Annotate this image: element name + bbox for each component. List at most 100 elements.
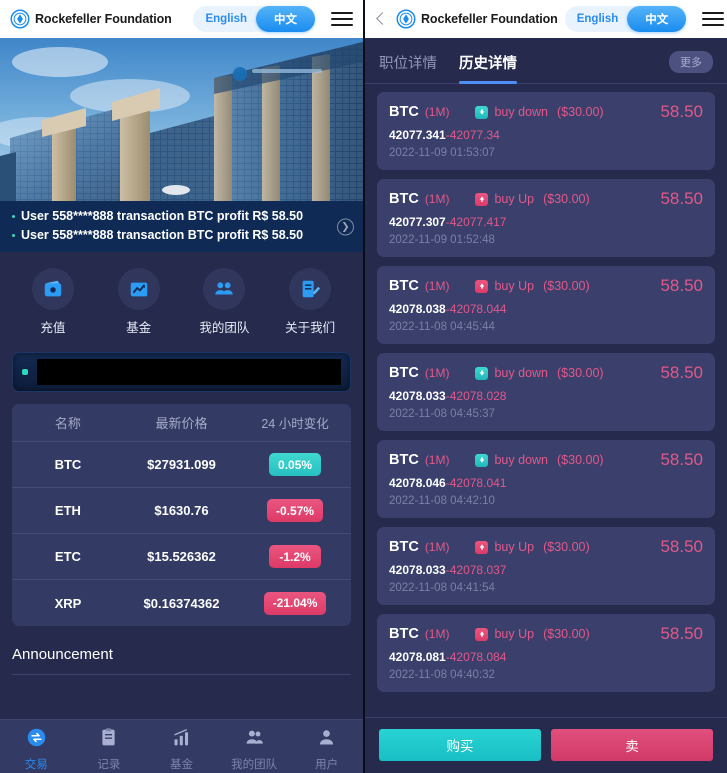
exchange-icon xyxy=(26,727,47,753)
quick-action-about-us[interactable]: 关于我们 xyxy=(269,268,351,336)
trade-card[interactable]: BTC (1M) buy Up ($30.00) 58.50 42078.038… xyxy=(377,266,715,344)
language-toggle[interactable]: English 中文 xyxy=(193,6,315,32)
right-app-panel: Rockefeller Foundation English 中文 职位详情 历… xyxy=(363,0,727,773)
trade-amount: ($30.00) xyxy=(557,366,604,380)
tab-position-details[interactable]: 职位详情 xyxy=(379,52,437,83)
trade-amount: ($30.00) xyxy=(543,627,590,641)
quick-action-my-team[interactable]: 我的团队 xyxy=(184,268,266,336)
nav-label: 基金 xyxy=(169,759,193,771)
trade-direction: buy Up xyxy=(494,540,535,554)
trade-amount: ($30.00) xyxy=(557,453,604,467)
lang-english-button[interactable]: English xyxy=(193,6,256,32)
quick-action-recharge[interactable]: 充值 xyxy=(12,268,94,336)
trade-amount: ($30.00) xyxy=(557,105,604,119)
table-row[interactable]: ETC $15.526362 -1.2% xyxy=(12,534,351,580)
coin-name: XRP xyxy=(54,595,82,611)
coin-price: $27931.099 xyxy=(147,457,216,472)
trade-direction: buy down xyxy=(494,453,548,467)
trade-close-price: 42078.044 xyxy=(449,302,507,316)
quick-action-label: 基金 xyxy=(126,321,152,335)
chevron-right-icon[interactable]: ❯ xyxy=(337,218,354,235)
trade-prices: 42078.033-42078.028 xyxy=(389,389,703,403)
coin-change-cell: -1.2% xyxy=(239,545,351,568)
lang-chinese-button[interactable]: 中文 xyxy=(627,6,687,32)
trade-card[interactable]: BTC (1M) buy down ($30.00) 58.50 42078.0… xyxy=(377,440,715,518)
quick-action-label: 我的团队 xyxy=(199,321,250,335)
arrow-down-icon xyxy=(475,453,489,467)
trade-open-price: 42078.033 xyxy=(389,389,446,403)
trade-amount: ($30.00) xyxy=(543,279,590,293)
back-chevron-icon[interactable] xyxy=(373,11,389,27)
arrow-up-icon xyxy=(475,192,489,206)
nav-item-fund[interactable]: 基金 xyxy=(145,727,218,772)
hamburger-menu-icon[interactable] xyxy=(702,10,725,28)
crypto-price-table: 名称 最新价格 24 小时变化 BTC $27931.099 0.05% ETH… xyxy=(12,404,351,626)
coin-name: ETH xyxy=(54,503,81,518)
nav-item-my-team[interactable]: 我的团队 xyxy=(218,727,291,772)
trade-symbol: BTC xyxy=(389,365,419,381)
sell-button[interactable]: 卖 xyxy=(551,729,713,761)
fund-chart-icon xyxy=(171,727,192,753)
language-toggle[interactable]: English 中文 xyxy=(564,6,687,32)
trade-symbol: BTC xyxy=(389,539,419,555)
trade-card-header: BTC (1M) buy down ($30.00) 58.50 xyxy=(389,363,703,383)
trade-open-price: 42078.046 xyxy=(389,476,446,490)
arrow-down-icon xyxy=(475,105,489,119)
coin-name: ETC xyxy=(54,549,81,564)
trade-direction: buy down xyxy=(494,105,548,119)
coin-change-cell: 0.05% xyxy=(239,453,351,476)
announcement-section: Announcement xyxy=(12,646,351,675)
quick-action-label: 关于我们 xyxy=(285,321,336,335)
trade-timestamp: 2022-11-08 04:45:44 xyxy=(389,321,495,333)
trade-card[interactable]: BTC (1M) buy down ($30.00) 58.50 42078.0… xyxy=(377,353,715,431)
trade-symbol: BTC xyxy=(389,191,419,207)
trade-prices: 42078.033-42078.037 xyxy=(389,563,703,577)
trade-timestamp: 2022-11-08 04:40:32 xyxy=(389,669,495,681)
trade-open-price: 42078.081 xyxy=(389,650,446,664)
left-app-panel: Rockefeller Foundation English 中文 User 5… xyxy=(0,0,363,773)
arrow-down-icon xyxy=(475,366,489,380)
trade-card[interactable]: BTC (1M) buy Up ($30.00) 58.50 42077.307… xyxy=(377,179,715,257)
lang-chinese-button[interactable]: 中文 xyxy=(256,6,315,32)
trade-symbol: BTC xyxy=(389,278,419,294)
trade-close-price: 42077.34 xyxy=(449,128,500,142)
coin-price: $15.526362 xyxy=(147,549,216,564)
table-header-row: 名称 最新价格 24 小时变化 xyxy=(12,404,351,442)
trade-period: (1M) xyxy=(424,366,450,380)
promo-banner[interactable] xyxy=(12,352,351,392)
arrow-up-icon xyxy=(475,279,489,293)
status-dot-icon xyxy=(22,369,28,375)
nav-item-trade[interactable]: 交易 xyxy=(0,727,73,772)
tab-history-details[interactable]: 历史详情 xyxy=(459,52,517,84)
hamburger-menu-icon[interactable] xyxy=(331,10,353,28)
trade-history-list: BTC (1M) buy down ($30.00) 58.50 42077.3… xyxy=(365,84,727,692)
nav-label: 记录 xyxy=(97,759,121,771)
brand-block: Rockefeller Foundation xyxy=(396,9,558,29)
trade-symbol: BTC xyxy=(389,104,419,120)
coin-change-cell: -0.57% xyxy=(239,499,351,522)
trade-profit: 58.50 xyxy=(660,363,703,382)
buy-button[interactable]: 购买 xyxy=(379,729,541,761)
trade-close-price: 42078.028 xyxy=(449,389,507,403)
nav-item-records[interactable]: 记录 xyxy=(73,727,146,772)
trade-close-price: 42078.084 xyxy=(449,650,507,664)
trade-profit: 58.50 xyxy=(660,102,703,121)
trade-card[interactable]: BTC (1M) buy down ($30.00) 58.50 42077.3… xyxy=(377,92,715,170)
quick-action-fund[interactable]: 基金 xyxy=(98,268,180,336)
table-row[interactable]: ETH $1630.76 -0.57% xyxy=(12,488,351,534)
table-row[interactable]: XRP $0.16374362 -21.04% xyxy=(12,580,351,626)
trade-card[interactable]: BTC (1M) buy Up ($30.00) 58.50 42078.081… xyxy=(377,614,715,692)
trade-card-header: BTC (1M) buy Up ($30.00) 58.50 xyxy=(389,189,703,209)
team-icon xyxy=(244,727,265,753)
nav-item-user[interactable]: 用户 xyxy=(290,727,363,772)
change-badge: -0.57% xyxy=(267,499,324,522)
brand-name: Rockefeller Foundation xyxy=(421,12,558,26)
more-button[interactable]: 更多 xyxy=(669,51,713,73)
trade-card[interactable]: BTC (1M) buy Up ($30.00) 58.50 42078.033… xyxy=(377,527,715,605)
trade-direction-block: buy down ($30.00) xyxy=(475,366,604,380)
trade-period: (1M) xyxy=(424,540,450,554)
nav-label: 用户 xyxy=(315,759,339,771)
table-row[interactable]: BTC $27931.099 0.05% xyxy=(12,442,351,488)
lang-english-button[interactable]: English xyxy=(565,6,628,32)
quick-actions-row: 充值 基金 我的团队 关于我们 xyxy=(0,252,363,348)
